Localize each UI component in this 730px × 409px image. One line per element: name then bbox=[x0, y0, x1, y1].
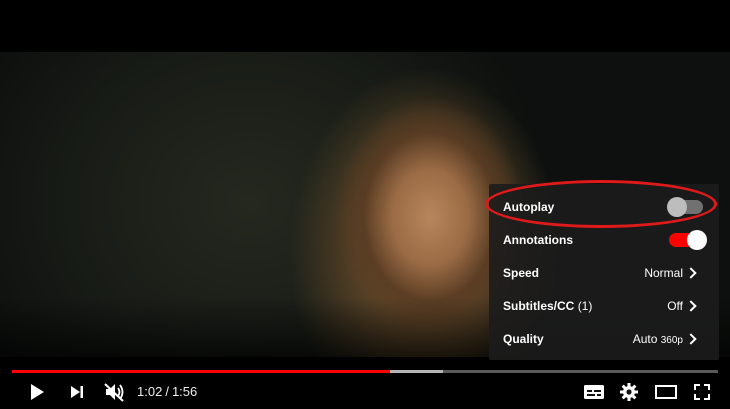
chevron-right-icon bbox=[685, 299, 697, 312]
time-separator: / bbox=[165, 384, 169, 399]
settings-row-quality[interactable]: Quality Auto 360p bbox=[489, 322, 719, 355]
annotations-toggle[interactable] bbox=[669, 229, 707, 250]
subtitles-label: Subtitles/CC (1) bbox=[503, 299, 592, 313]
current-time: 1:02 bbox=[137, 384, 163, 399]
fullscreen-icon bbox=[694, 383, 710, 400]
settings-row-autoplay[interactable]: Autoplay bbox=[489, 190, 719, 223]
chevron-right-icon bbox=[685, 332, 697, 345]
settings-button[interactable] bbox=[615, 374, 643, 409]
speed-label: Speed bbox=[503, 265, 540, 280]
muted-volume-icon bbox=[104, 382, 124, 402]
play-icon bbox=[31, 383, 44, 400]
speed-value: Normal bbox=[644, 265, 683, 280]
quality-label: Quality bbox=[503, 331, 544, 346]
subtitles-value: Off bbox=[667, 298, 683, 313]
theater-mode-icon bbox=[655, 384, 677, 399]
subtitles-label-text: Subtitles/CC bbox=[503, 298, 575, 313]
settings-menu: Autoplay Annotations Speed Normal Subtit… bbox=[489, 184, 719, 360]
settings-row-annotations[interactable]: Annotations bbox=[489, 223, 719, 256]
subtitles-icon bbox=[584, 384, 604, 399]
theater-mode-button[interactable] bbox=[651, 374, 681, 409]
fullscreen-button[interactable] bbox=[688, 374, 716, 409]
progress-played bbox=[12, 370, 391, 373]
next-button[interactable] bbox=[64, 374, 90, 409]
quality-value: Auto 360p bbox=[633, 332, 683, 346]
chevron-right-icon bbox=[685, 266, 697, 279]
subtitles-track-count: (1) bbox=[577, 298, 593, 313]
quality-value-resolution: 360p bbox=[660, 334, 683, 346]
annotations-label: Annotations bbox=[503, 232, 573, 247]
autoplay-label: Autoplay bbox=[503, 199, 555, 214]
time-display: 1:02/1:56 bbox=[137, 384, 197, 399]
gear-icon bbox=[620, 382, 638, 401]
subtitles-button[interactable] bbox=[580, 374, 608, 409]
quality-value-mode: Auto bbox=[632, 331, 658, 346]
mute-button[interactable] bbox=[100, 374, 128, 409]
autoplay-toggle[interactable] bbox=[667, 196, 703, 217]
control-bar: 1:02/1:56 bbox=[0, 374, 730, 409]
toggle-knob bbox=[687, 229, 707, 250]
settings-row-speed[interactable]: Speed Normal bbox=[489, 256, 719, 289]
toggle-knob bbox=[667, 196, 687, 217]
play-button[interactable] bbox=[24, 374, 50, 409]
video-player[interactable]: Autoplay Annotations Speed Normal Subtit… bbox=[0, 0, 730, 409]
settings-row-subtitles[interactable]: Subtitles/CC (1) Off bbox=[489, 289, 719, 322]
progress-bar[interactable] bbox=[12, 370, 718, 373]
next-icon bbox=[71, 385, 83, 398]
duration: 1:56 bbox=[171, 384, 198, 399]
